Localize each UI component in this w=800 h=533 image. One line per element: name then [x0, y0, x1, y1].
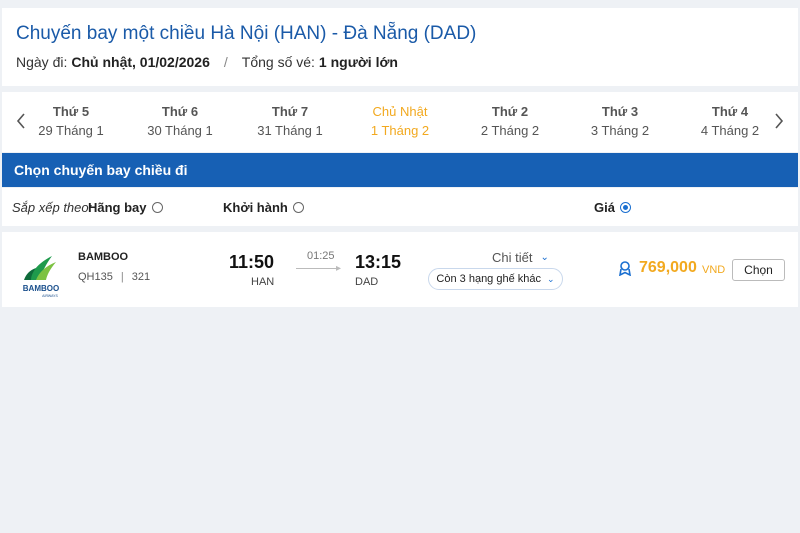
trip-summary: Ngày đi: Chủ nhật, 01/02/2026 / Tổng số …: [16, 54, 398, 70]
seat-classes-dropdown[interactable]: Còn 3 hạng ghế khác ⌄: [428, 268, 563, 290]
chevron-right-icon[interactable]: [772, 112, 786, 135]
date-tab-3-selected[interactable]: Chủ Nhật 1 Tháng 2: [355, 104, 445, 138]
date-tab-6[interactable]: Thứ 4 4 Tháng 2: [685, 104, 775, 138]
date-tab-date: 29 Tháng 1: [38, 123, 104, 138]
flight-code: QH135 | 321: [78, 271, 150, 283]
sort-option-price[interactable]: Giá: [594, 200, 631, 215]
depart-airport: HAN: [251, 276, 275, 288]
date-tab-dayname: Thứ 4: [711, 104, 749, 119]
sort-option-departure[interactable]: Khởi hành: [223, 200, 304, 215]
sort-option-airline[interactable]: Hãng bay: [88, 200, 163, 215]
flight-number: QH135: [78, 271, 113, 283]
date-value: Chủ nhật, 01/02/2026: [71, 54, 210, 70]
arrive-time: 13:15: [355, 252, 402, 272]
flight-result-card: BAMBOO AIRWAYS BAMBOO QH135 | 321 11:50 …: [2, 232, 798, 307]
price-currency: VND: [702, 264, 726, 276]
tickets-value: 1 người lớn: [318, 54, 398, 70]
ticket-icon: [617, 260, 633, 277]
choose-flight-button[interactable]: Chọn: [732, 259, 785, 281]
sort-option-label: Khởi hành: [223, 200, 288, 215]
divider: |: [120, 271, 124, 283]
logo-subtext: AIRWAYS: [42, 294, 58, 298]
date-tab-5[interactable]: Thứ 3 3 Tháng 2: [575, 104, 665, 138]
aircraft-type: 321: [131, 271, 151, 283]
radio-checked-icon[interactable]: [619, 202, 631, 213]
date-selector: Thứ 5 29 Tháng 1 Thứ 6 30 Tháng 1 Thứ 7 …: [2, 92, 798, 152]
arrive-airport: DAD: [355, 276, 379, 288]
summary-separator: /: [223, 54, 228, 70]
date-tab-date: 3 Tháng 2: [590, 123, 650, 138]
date-label: Ngày đi:: [16, 54, 68, 70]
date-tab-dayname: Thứ 7: [271, 104, 309, 119]
date-tab-date: 31 Tháng 1: [257, 123, 323, 138]
date-tab-dayname: Thứ 3: [601, 104, 639, 119]
date-tab-dayname: Thứ 5: [52, 104, 90, 119]
chevron-down-icon: ⌄: [540, 252, 549, 263]
date-tab-2[interactable]: Thứ 7 31 Tháng 1: [245, 104, 335, 138]
date-tab-date: 1 Tháng 2: [370, 123, 430, 138]
airline-name: BAMBOO: [78, 251, 129, 263]
chevron-down-icon: ⌄: [547, 273, 555, 284]
sort-option-label: Giá: [594, 200, 615, 215]
date-tab-date: 4 Tháng 2: [700, 123, 760, 138]
date-tab-0[interactable]: Thứ 5 29 Tháng 1: [26, 104, 116, 138]
route-header: Chuyến bay một chiều Hà Nội (HAN) - Đà N…: [2, 8, 798, 86]
tickets-label: Tổng số vé:: [241, 54, 315, 70]
section-title: Chọn chuyến bay chiều đi: [2, 153, 798, 187]
logo-text: BAMBOO: [23, 284, 59, 293]
duration-line: [296, 268, 340, 269]
flight-detail-toggle[interactable]: Chi tiết ⌄: [492, 250, 549, 265]
flight-price: 769,000: [639, 259, 697, 276]
sort-label: Sắp xếp theo:: [12, 200, 93, 215]
date-tab-date: 2 Tháng 2: [480, 123, 540, 138]
date-tab-date: 30 Tháng 1: [147, 123, 213, 138]
date-tab-dayname: Thứ 2: [491, 104, 529, 119]
seat-classes-label: Còn 3 hạng ghế khác: [436, 273, 542, 285]
page-title: Chuyến bay một chiều Hà Nội (HAN) - Đà N…: [16, 23, 477, 44]
sort-bar: Sắp xếp theo: Hãng bay Khởi hành Giá: [2, 188, 798, 226]
date-tab-dayname: Thứ 6: [161, 104, 199, 119]
date-tab-dayname: Chủ Nhật: [372, 104, 428, 119]
radio-icon[interactable]: [292, 202, 304, 213]
depart-time: 11:50: [229, 252, 275, 272]
sort-option-label: Hãng bay: [88, 200, 147, 215]
date-tab-1[interactable]: Thứ 6 30 Tháng 1: [135, 104, 225, 138]
date-tab-4[interactable]: Thứ 2 2 Tháng 2: [465, 104, 555, 138]
bamboo-airways-logo: BAMBOO AIRWAYS: [16, 250, 66, 298]
detail-label: Chi tiết: [492, 250, 533, 265]
arrow-right-icon: ▸: [336, 263, 342, 274]
radio-icon[interactable]: [151, 202, 163, 213]
flight-duration: 01:25: [307, 250, 335, 262]
